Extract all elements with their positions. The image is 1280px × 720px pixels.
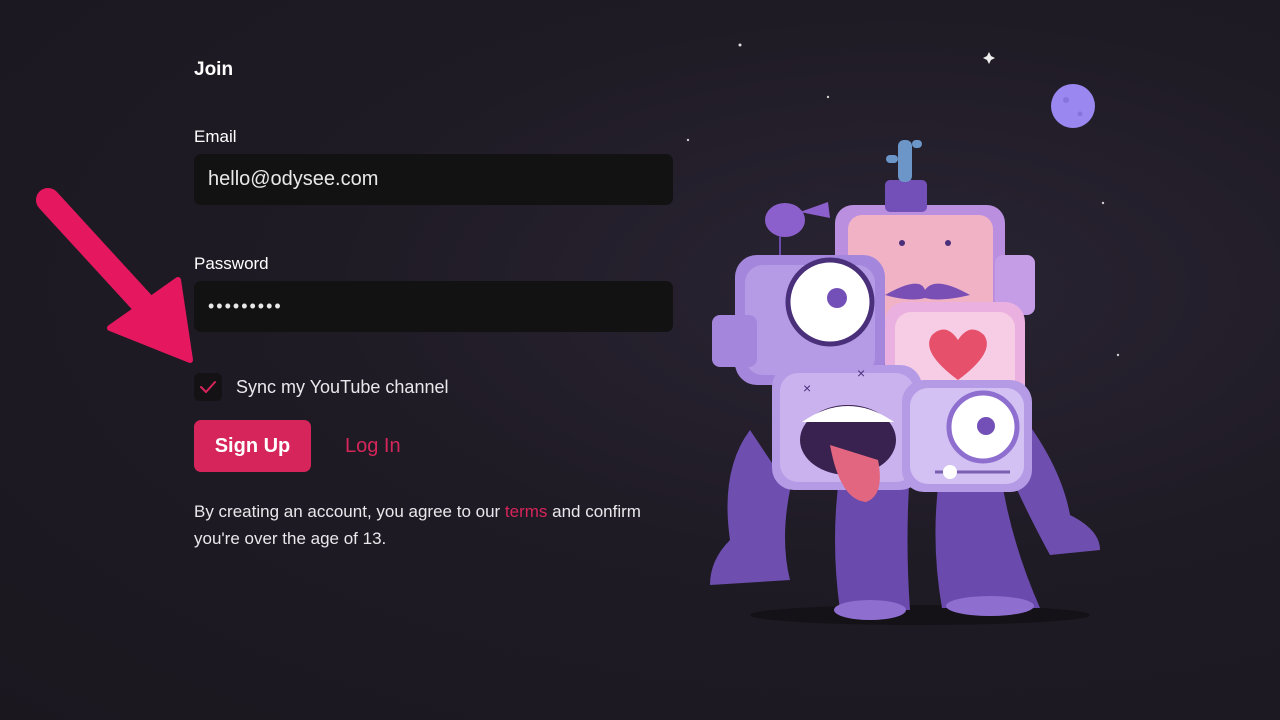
pointer-arrow-icon [36, 188, 193, 363]
email-label: Email [194, 127, 237, 146]
youtube-sync-checkbox[interactable] [194, 373, 222, 401]
svg-text:×: × [803, 380, 811, 396]
odysee-monster-illustration: × × [686, 43, 1120, 625]
terms-link[interactable]: terms [505, 502, 548, 521]
password-field[interactable]: ••••••••• [194, 281, 673, 332]
svg-text:×: × [857, 365, 865, 381]
signup-page: Join Email hello@odysee.com Password •••… [0, 0, 1280, 720]
signup-form: Join Email hello@odysee.com Password •••… [194, 56, 674, 552]
form-actions: Sign Up Log In [194, 420, 674, 472]
youtube-sync-label[interactable]: Sync my YouTube channel [236, 377, 448, 398]
signup-button[interactable]: Sign Up [194, 420, 311, 472]
youtube-sync-option: Sync my YouTube channel [194, 372, 674, 402]
terms-disclaimer: By creating an account, you agree to our… [194, 498, 684, 552]
page-title: Join [194, 59, 234, 80]
login-link[interactable]: Log In [345, 435, 401, 458]
check-icon [200, 381, 216, 393]
password-label: Password [194, 254, 269, 273]
email-field[interactable]: hello@odysee.com [194, 154, 673, 205]
disclaimer-prefix: By creating an account, you agree to our [194, 502, 505, 521]
